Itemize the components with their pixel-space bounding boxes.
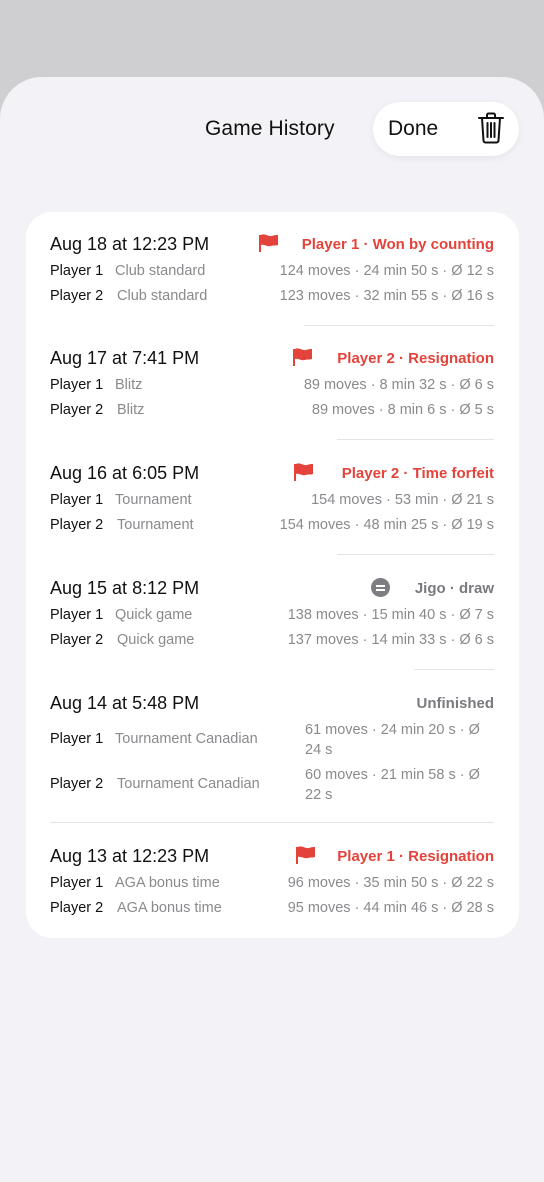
game-date: Aug 18 at 12:23 PM	[50, 234, 210, 254]
game-result: Unfinished	[416, 695, 495, 712]
flag-icon	[296, 846, 315, 864]
time-control: Club standard	[115, 263, 206, 279]
player-stats: 89 moves · 8 min 32 s · Ø 6 s	[303, 377, 494, 393]
player-stats: 96 moves · 35 min 50 s · Ø 22 s	[287, 875, 494, 891]
player-name: Player 2	[50, 402, 104, 418]
game-result: Player 2 · Resignation	[337, 350, 494, 367]
game-date: Aug 16 at 6:05 PM	[50, 463, 200, 483]
player-name: Player 1	[50, 607, 104, 623]
game-date: Aug 13 at 12:23 PM	[50, 846, 210, 866]
row-separator	[337, 439, 494, 440]
time-control: Quick game	[115, 607, 193, 623]
player-name: Player 2	[50, 900, 104, 916]
player-stats: 60 moves · 21 min 58 s · Ø 22 s	[305, 767, 480, 803]
game-list: Aug 18 at 12:23 PM Player 1 · Won by cou…	[26, 212, 519, 938]
time-control: AGA bonus time	[115, 875, 220, 891]
page-title: Game History	[205, 117, 335, 140]
player-name: Player 1	[50, 875, 104, 891]
player-stats: 95 moves · 44 min 46 s · Ø 28 s	[287, 900, 494, 916]
time-control: Blitz	[117, 402, 145, 418]
time-control: Blitz	[115, 377, 143, 393]
game-date: Aug 17 at 7:41 PM	[50, 348, 200, 368]
player-stats: 89 moves · 8 min 6 s · Ø 5 s	[311, 402, 494, 418]
time-control: Tournament	[115, 492, 192, 508]
time-control: Tournament Canadian	[115, 731, 258, 747]
time-control: AGA bonus time	[117, 900, 222, 916]
time-control: Tournament Canadian	[117, 776, 260, 792]
player-name: Player 1	[50, 377, 104, 393]
player-stats: 154 moves · 48 min 25 s · Ø 19 s	[279, 517, 494, 533]
trash-icon[interactable]	[476, 111, 506, 145]
player-name: Player 2	[50, 288, 104, 304]
flag-icon	[293, 348, 312, 366]
row-separator	[50, 822, 494, 823]
player-name: Player 2	[50, 632, 104, 648]
game-result: Player 2 · Time forfeit	[341, 465, 494, 482]
player-name: Player 2	[50, 517, 104, 533]
done-button[interactable]: Done	[388, 117, 438, 141]
game-date: Aug 14 at 5:48 PM	[50, 693, 200, 713]
row-separator	[337, 554, 494, 555]
flag-icon	[259, 234, 278, 252]
time-control: Quick game	[117, 632, 195, 648]
game-result: Jigo · draw	[414, 580, 494, 597]
time-control: Club standard	[117, 288, 208, 304]
player-name: Player 1	[50, 731, 104, 747]
row-separator	[414, 669, 494, 670]
player-name: Player 1	[50, 263, 104, 279]
flag-icon	[294, 463, 313, 481]
game-result: Player 1 · Won by counting	[301, 236, 494, 253]
game-date: Aug 15 at 8:12 PM	[50, 578, 200, 598]
player-name: Player 2	[50, 776, 104, 792]
player-stats: 138 moves · 15 min 40 s · Ø 7 s	[287, 607, 494, 623]
player-name: Player 1	[50, 492, 104, 508]
player-stats: 61 moves · 24 min 20 s · Ø 24 s	[305, 722, 480, 758]
game-result: Player 1 · Resignation	[337, 848, 494, 865]
player-stats: 137 moves · 14 min 33 s · Ø 6 s	[287, 632, 494, 648]
player-stats: 124 moves · 24 min 50 s · Ø 12 s	[279, 263, 494, 279]
player-stats: 123 moves · 32 min 55 s · Ø 16 s	[279, 288, 494, 304]
player-stats: 154 moves · 53 min · Ø 21 s	[311, 492, 494, 508]
row-separator	[304, 325, 494, 326]
equals-circle-icon	[371, 578, 390, 597]
time-control: Tournament	[117, 517, 194, 533]
